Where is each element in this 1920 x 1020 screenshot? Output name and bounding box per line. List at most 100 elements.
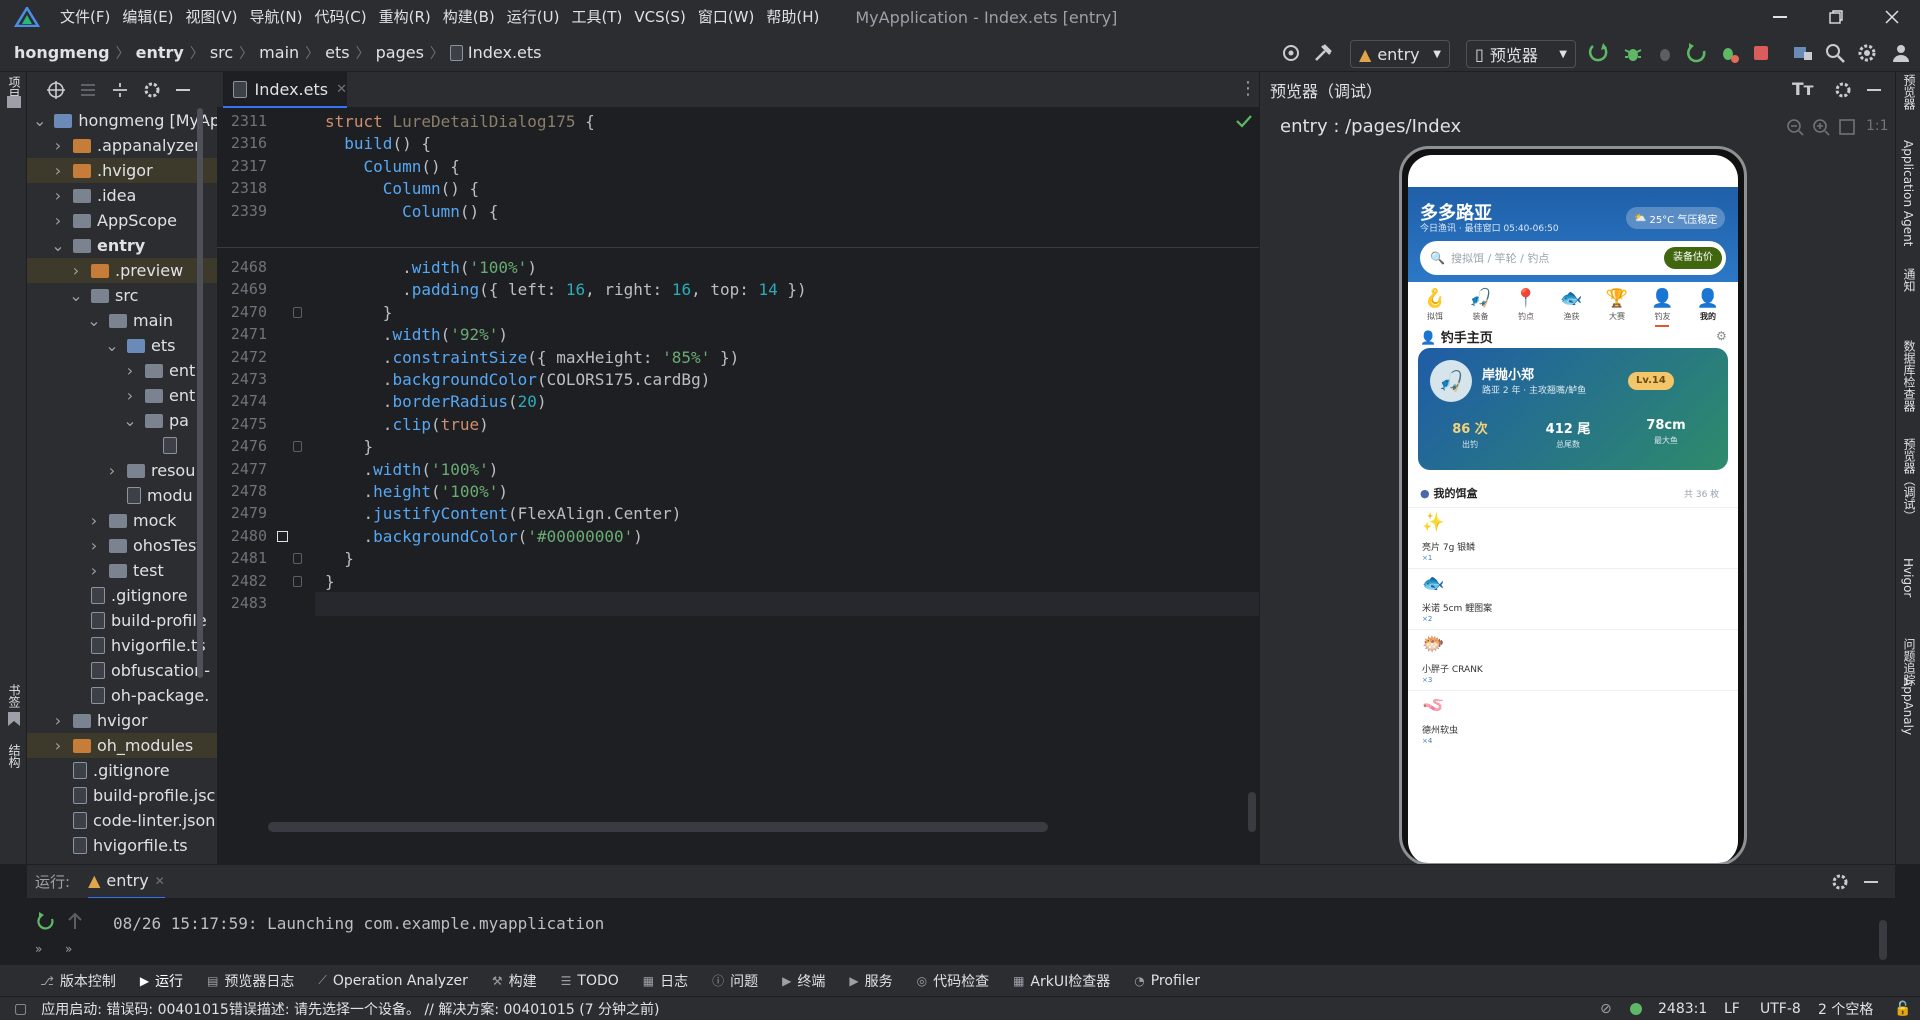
- bait-item[interactable]: 🐡 小胖子 CRANK ×3: [1408, 629, 1738, 689]
- attach-debugger-icon[interactable]: [1654, 42, 1676, 64]
- code-line[interactable]: .width('100%'): [325, 258, 537, 277]
- menu-item-5[interactable]: 重构(R): [373, 0, 437, 34]
- chevron-right-icon[interactable]: ›: [51, 161, 65, 180]
- run-icon[interactable]: [1588, 42, 1610, 64]
- run-console[interactable]: » » 08/26 15:17:59: Launching com.exampl…: [27, 898, 1895, 964]
- right-tool-tab[interactable]: 预览器（调试）: [1901, 438, 1918, 522]
- gear-icon[interactable]: [1856, 42, 1878, 64]
- code-line[interactable]: .width('100%'): [325, 460, 499, 479]
- locate-icon[interactable]: [47, 81, 65, 99]
- tool-window-button[interactable]: ◔ Profiler: [1134, 973, 1200, 989]
- chevron-right-icon[interactable]: ›: [105, 461, 119, 480]
- category-item[interactable]: 🎣 装备: [1460, 287, 1502, 322]
- caret-position[interactable]: 2483:1: [1658, 1001, 1707, 1017]
- tool-window-button[interactable]: ◎ 代码检查: [917, 971, 989, 991]
- chevron-right-icon[interactable]: ›: [123, 361, 137, 380]
- chevron-right-icon[interactable]: ›: [69, 261, 83, 280]
- gear-icon[interactable]: [1834, 81, 1852, 99]
- project-tree-row[interactable]: ⌄ entry: [27, 233, 217, 258]
- health-indicator-icon[interactable]: [1630, 1003, 1642, 1015]
- run-config-dropdown[interactable]: ▲ entry ▼: [1350, 40, 1450, 68]
- project-tree-row[interactable]: ⌄ ets: [27, 333, 217, 358]
- chevron-right-icon[interactable]: ›: [51, 186, 65, 205]
- sticky-code-line[interactable]: Column() {: [325, 157, 460, 176]
- breadcrumb-item[interactable]: hongmeng: [14, 43, 110, 63]
- project-tree-row[interactable]: code-linter.json: [27, 808, 217, 833]
- lock-icon[interactable]: 🔓: [1894, 1001, 1911, 1017]
- sticky-code-line[interactable]: build() {: [325, 134, 431, 153]
- font-size-icon[interactable]: Tт: [1792, 80, 1813, 100]
- project-tree-row[interactable]: ⌄ pa: [27, 408, 217, 433]
- chevron-down-icon[interactable]: ⌄: [51, 236, 65, 255]
- project-tree-row[interactable]: › .hvigor: [27, 158, 217, 183]
- run-tab-entry[interactable]: ▲ entry ✕: [88, 865, 165, 899]
- expand-all-icon[interactable]: [79, 81, 97, 99]
- bait-item[interactable]: ✨ 亮片 7g 银鳞 ×1: [1408, 507, 1738, 567]
- tool-window-button[interactable]: ▶ 终端: [782, 971, 825, 991]
- tool-window-button[interactable]: ▤ 预览器日志: [207, 971, 294, 991]
- chevron-down-icon[interactable]: ⌄: [33, 111, 46, 130]
- project-tree-row[interactable]: › ohosTest: [27, 533, 217, 558]
- code-line[interactable]: .backgroundColor(COLORS175.cardBg): [325, 370, 711, 389]
- chevron-right-icon[interactable]: ›: [51, 136, 65, 155]
- right-tool-tab[interactable]: AppAnaly: [1901, 678, 1915, 735]
- status-message[interactable]: 应用启动: 错误码: 00401015错误描述: 请先选择一个设备。 // 解决…: [41, 999, 659, 1019]
- fold-marker-icon[interactable]: [293, 553, 302, 565]
- tool-window-button[interactable]: ⓘ 问题: [712, 971, 758, 991]
- code-line[interactable]: .padding({ left: 16, right: 16, top: 14 …: [325, 280, 807, 299]
- hide-panel-icon[interactable]: [175, 81, 191, 99]
- project-tree-row[interactable]: › .preview: [27, 258, 217, 283]
- project-tree-row[interactable]: › .appanalyzer: [27, 133, 217, 158]
- hammer-icon[interactable]: [1312, 42, 1334, 64]
- menu-item-9[interactable]: VCS(S): [628, 0, 691, 34]
- tool-window-button[interactable]: ☰ TODO: [561, 973, 619, 989]
- project-structure-icon[interactable]: [1792, 42, 1814, 64]
- project-tree-row[interactable]: build-profile.jsc: [27, 783, 217, 808]
- project-tree-row[interactable]: › resou: [27, 458, 217, 483]
- estimate-button[interactable]: 装备估价: [1664, 247, 1722, 269]
- project-tree-row[interactable]: › AppScope: [27, 208, 217, 233]
- expand-icon[interactable]: »: [35, 942, 42, 956]
- right-tool-tab[interactable]: Hvigor: [1901, 558, 1915, 597]
- more-options-icon[interactable]: ⋮: [1239, 80, 1257, 98]
- menu-item-3[interactable]: 导航(N): [244, 0, 309, 34]
- console-scrollbar[interactable]: [1879, 920, 1887, 960]
- tool-window-button[interactable]: ▶ 运行: [140, 971, 183, 991]
- close-icon[interactable]: [1864, 0, 1920, 34]
- code-line[interactable]: .justifyContent(FlexAlign.Center): [325, 504, 682, 523]
- code-line[interactable]: .width('92%'): [325, 325, 508, 344]
- breakpoint-marker[interactable]: [277, 530, 288, 542]
- fit-screen-icon[interactable]: [1838, 118, 1856, 136]
- chevron-right-icon[interactable]: ›: [123, 386, 137, 405]
- tool-window-button[interactable]: ▦ 日志: [643, 971, 688, 991]
- chevron-down-icon[interactable]: ⌄: [123, 411, 137, 430]
- code-line[interactable]: }: [325, 303, 393, 322]
- tool-window-button[interactable]: ⟋ Operation Analyzer: [318, 973, 467, 989]
- menu-item-6[interactable]: 构建(B): [437, 0, 501, 34]
- breadcrumb-item[interactable]: Index.ets: [449, 43, 542, 63]
- right-tool-tab[interactable]: Application Agent: [1901, 140, 1915, 246]
- minimize-icon[interactable]: [1752, 0, 1808, 34]
- chevron-down-icon[interactable]: ⌄: [105, 336, 119, 355]
- breadcrumb-item[interactable]: main: [259, 43, 299, 63]
- menu-item-7[interactable]: 运行(U): [501, 0, 566, 34]
- code-line[interactable]: .height('100%'): [325, 482, 509, 501]
- target-icon[interactable]: [1280, 42, 1302, 64]
- breadcrumb-item[interactable]: entry: [136, 43, 184, 63]
- category-item[interactable]: 📍 钓点: [1505, 287, 1547, 322]
- project-tree-row[interactable]: ⌄ src: [27, 283, 217, 308]
- hide-panel-icon[interactable]: [1866, 81, 1882, 99]
- file-encoding[interactable]: UTF-8: [1760, 1001, 1801, 1017]
- menu-item-8[interactable]: 工具(T): [565, 0, 628, 34]
- right-tool-tab[interactable]: 通知: [1901, 268, 1918, 292]
- sticky-code-line[interactable]: Column() {: [325, 179, 479, 198]
- category-item[interactable]: 🐟 渔获: [1551, 287, 1593, 322]
- chevron-right-icon[interactable]: ›: [87, 511, 101, 530]
- collapse-all-icon[interactable]: [111, 81, 129, 99]
- sticky-code-line[interactable]: struct LureDetailDialog175 {: [325, 112, 595, 131]
- breadcrumb-item[interactable]: src: [210, 43, 233, 63]
- rerun-icon[interactable]: [1686, 42, 1708, 64]
- menu-item-2[interactable]: 视图(V): [180, 0, 244, 34]
- fold-marker-icon[interactable]: [293, 575, 302, 587]
- app-search-bar[interactable]: 🔍 搜拟饵 / 竿轮 / 钓点 装备估价: [1420, 241, 1726, 275]
